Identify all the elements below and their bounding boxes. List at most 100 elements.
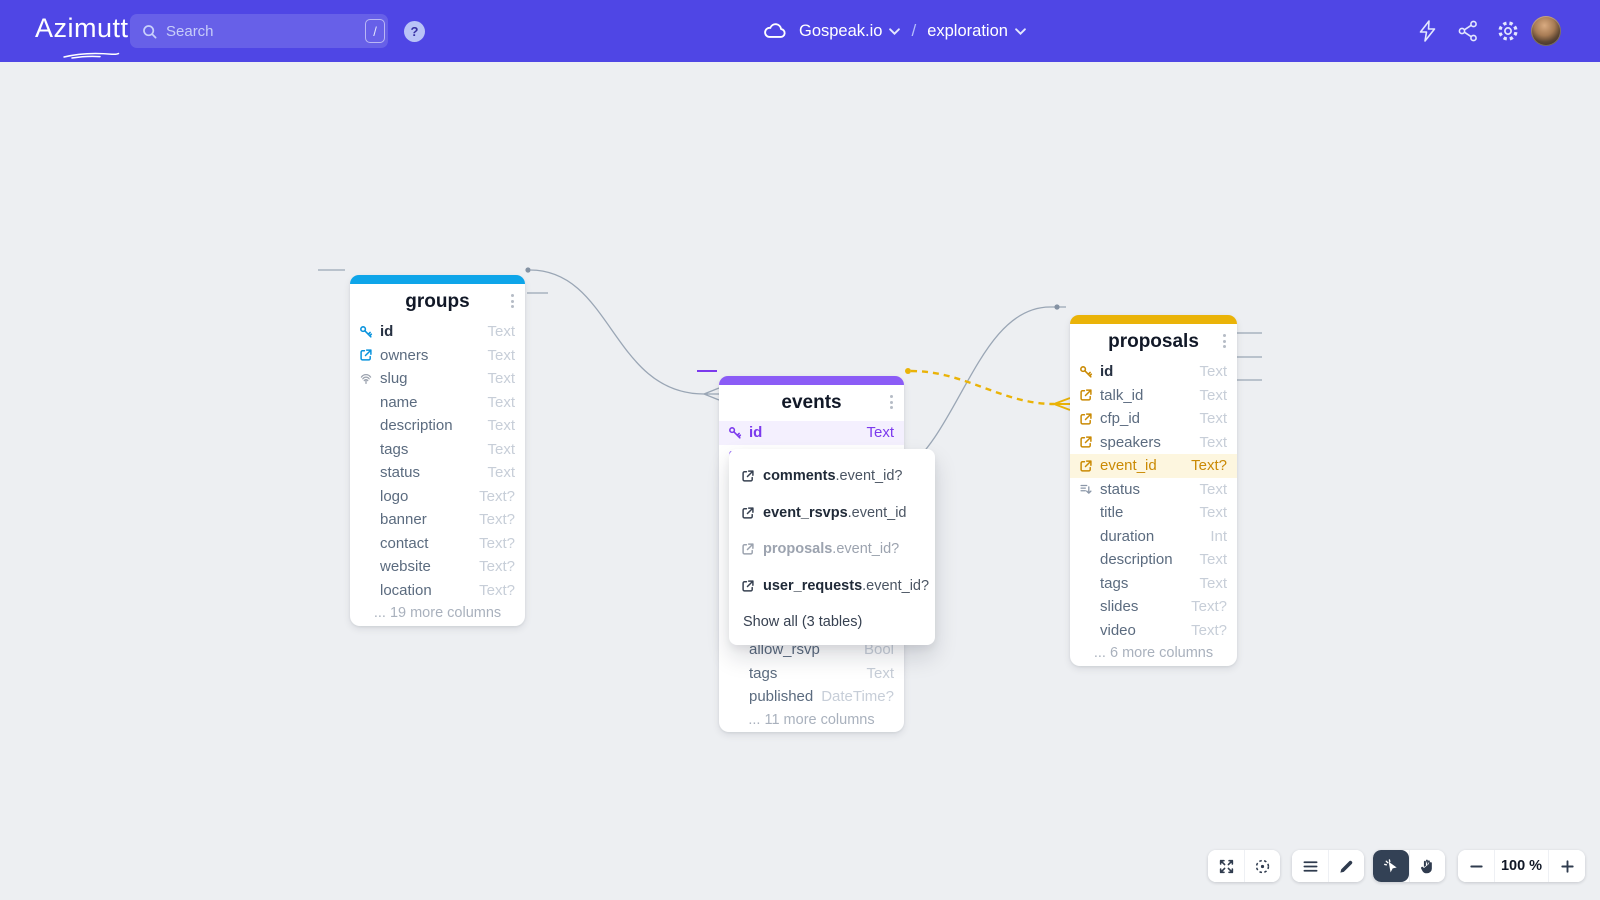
pan-hand-button[interactable] [1409,850,1445,882]
column-row[interactable]: video Text? [1070,619,1237,643]
column-row[interactable]: tags Text [350,438,525,462]
kebab-menu-icon[interactable] [1221,332,1228,350]
column-row[interactable]: tags Text [719,662,904,686]
user-avatar[interactable] [1531,16,1561,46]
external-link-icon [359,348,380,362]
external-link-icon [741,542,756,556]
relation-dot-events-id [905,368,911,374]
column-row[interactable]: status Text [1070,478,1237,502]
search-icon [141,23,158,40]
column-row[interactable]: id Text [350,320,525,344]
column-row[interactable]: tags Text [1070,572,1237,596]
crowfoot-events-group-id [704,388,719,400]
table-title-groups[interactable]: groups [405,291,469,313]
index-icon [1079,482,1100,496]
pencil-button[interactable] [1328,850,1364,882]
zoom-out-button[interactable] [1458,850,1494,882]
table-color-bar[interactable] [350,275,525,284]
key-icon [359,325,380,339]
column-row[interactable]: slug Text [350,367,525,391]
column-row[interactable]: id Text [719,421,904,445]
search-input[interactable] [166,23,365,40]
popup-relation-item[interactable]: proposals.event_id? [729,531,935,568]
column-row[interactable]: cfp_id Text [1070,407,1237,431]
column-row[interactable]: published DateTime? [719,685,904,709]
relation-dot-proposals-id [1054,304,1059,309]
incoming-relations-popup: comments.event_id? event_rsvps.event_id … [729,449,935,645]
zoom-level[interactable]: 100 % [1494,850,1549,882]
table-color-bar[interactable] [1070,315,1237,324]
column-row[interactable]: status Text [350,461,525,485]
chevron-down-icon [1015,28,1026,35]
external-link-icon [1079,435,1100,449]
fingerprint-icon [359,372,380,386]
search-bar[interactable]: / [130,14,388,48]
external-link-icon [1079,412,1100,426]
column-row[interactable]: talk_id Text [1070,384,1237,408]
relation-line-events-id-proposals-event-id[interactable] [911,371,1054,404]
breadcrumb: Gospeak.io / exploration [762,0,1026,62]
table-card-groups[interactable]: groups id Text owners Text sl [350,275,525,626]
more-columns-footer[interactable]: ... 11 more columns [719,709,904,733]
column-row[interactable]: slides Text? [1070,595,1237,619]
key-icon [728,426,749,440]
popup-show-all[interactable]: Show all (3 tables) [729,604,935,639]
column-row[interactable]: website Text? [350,555,525,579]
project-selector[interactable]: exploration [927,22,1026,41]
more-columns-footer[interactable]: ... 19 more columns [350,602,525,626]
column-row[interactable]: contact Text? [350,532,525,556]
breadcrumb-separator: / [911,21,916,41]
edit-tools-group [1292,850,1364,882]
key-icon [1079,365,1100,379]
select-cursor-button[interactable] [1373,850,1409,882]
column-row[interactable]: duration Int [1070,525,1237,549]
column-row[interactable]: description Text [1070,548,1237,572]
gear-icon[interactable] [1496,19,1520,43]
list-menu-button[interactable] [1292,850,1328,882]
column-row[interactable]: id Text [1070,360,1237,384]
column-row[interactable]: location Text? [350,579,525,603]
top-navbar: Azimutt / ? Gospeak.io / exploration [0,0,1600,62]
column-row[interactable]: speakers Text [1070,431,1237,455]
cloud-icon [762,18,788,44]
chevron-down-icon [889,28,900,35]
more-columns-footer[interactable]: ... 6 more columns [1070,642,1237,666]
relation-line-groups-events[interactable] [530,270,704,394]
external-link-icon [741,506,756,520]
column-row[interactable]: owners Text [350,344,525,368]
help-button[interactable]: ? [404,21,425,42]
popup-relation-item[interactable]: event_rsvps.event_id [729,495,935,532]
view-controls-group [1208,850,1280,882]
table-title-events[interactable]: events [781,392,841,414]
external-link-icon [741,579,756,593]
table-color-bar[interactable] [719,376,904,385]
fit-to-screen-button[interactable] [1208,850,1244,882]
column-row[interactable]: name Text [350,391,525,415]
kebab-menu-icon[interactable] [888,393,895,411]
table-card-proposals[interactable]: proposals id Text talk_id Text [1070,315,1237,666]
column-row[interactable]: description Text [350,414,525,438]
zoom-in-button[interactable] [1549,850,1585,882]
logo-underline [62,46,120,64]
column-row[interactable]: banner Text? [350,508,525,532]
app-logo[interactable]: Azimutt [35,13,129,44]
external-link-icon [1079,459,1100,473]
slash-shortcut-key: / [365,19,385,43]
column-row[interactable]: logo Text? [350,485,525,509]
relation-line-events-proposals-id[interactable] [905,307,1066,470]
popup-relation-item[interactable]: comments.event_id? [729,458,935,495]
pointer-tools-group [1373,850,1445,882]
diagram-canvas[interactable]: groups id Text owners Text sl [0,62,1600,900]
column-row[interactable]: title Text [1070,501,1237,525]
kebab-menu-icon[interactable] [509,292,516,310]
table-title-proposals[interactable]: proposals [1108,331,1199,353]
external-link-icon [741,469,756,483]
bolt-icon[interactable] [1416,19,1440,43]
popup-relation-item[interactable]: user_requests.event_id? [729,568,935,605]
org-selector[interactable]: Gospeak.io [799,22,900,41]
relation-dot-groups-id [525,267,530,272]
share-icon[interactable] [1456,19,1480,43]
zoom-controls-group: 100 % [1458,850,1585,882]
center-view-button[interactable] [1244,850,1280,882]
column-row[interactable]: event_id Text? [1070,454,1237,478]
